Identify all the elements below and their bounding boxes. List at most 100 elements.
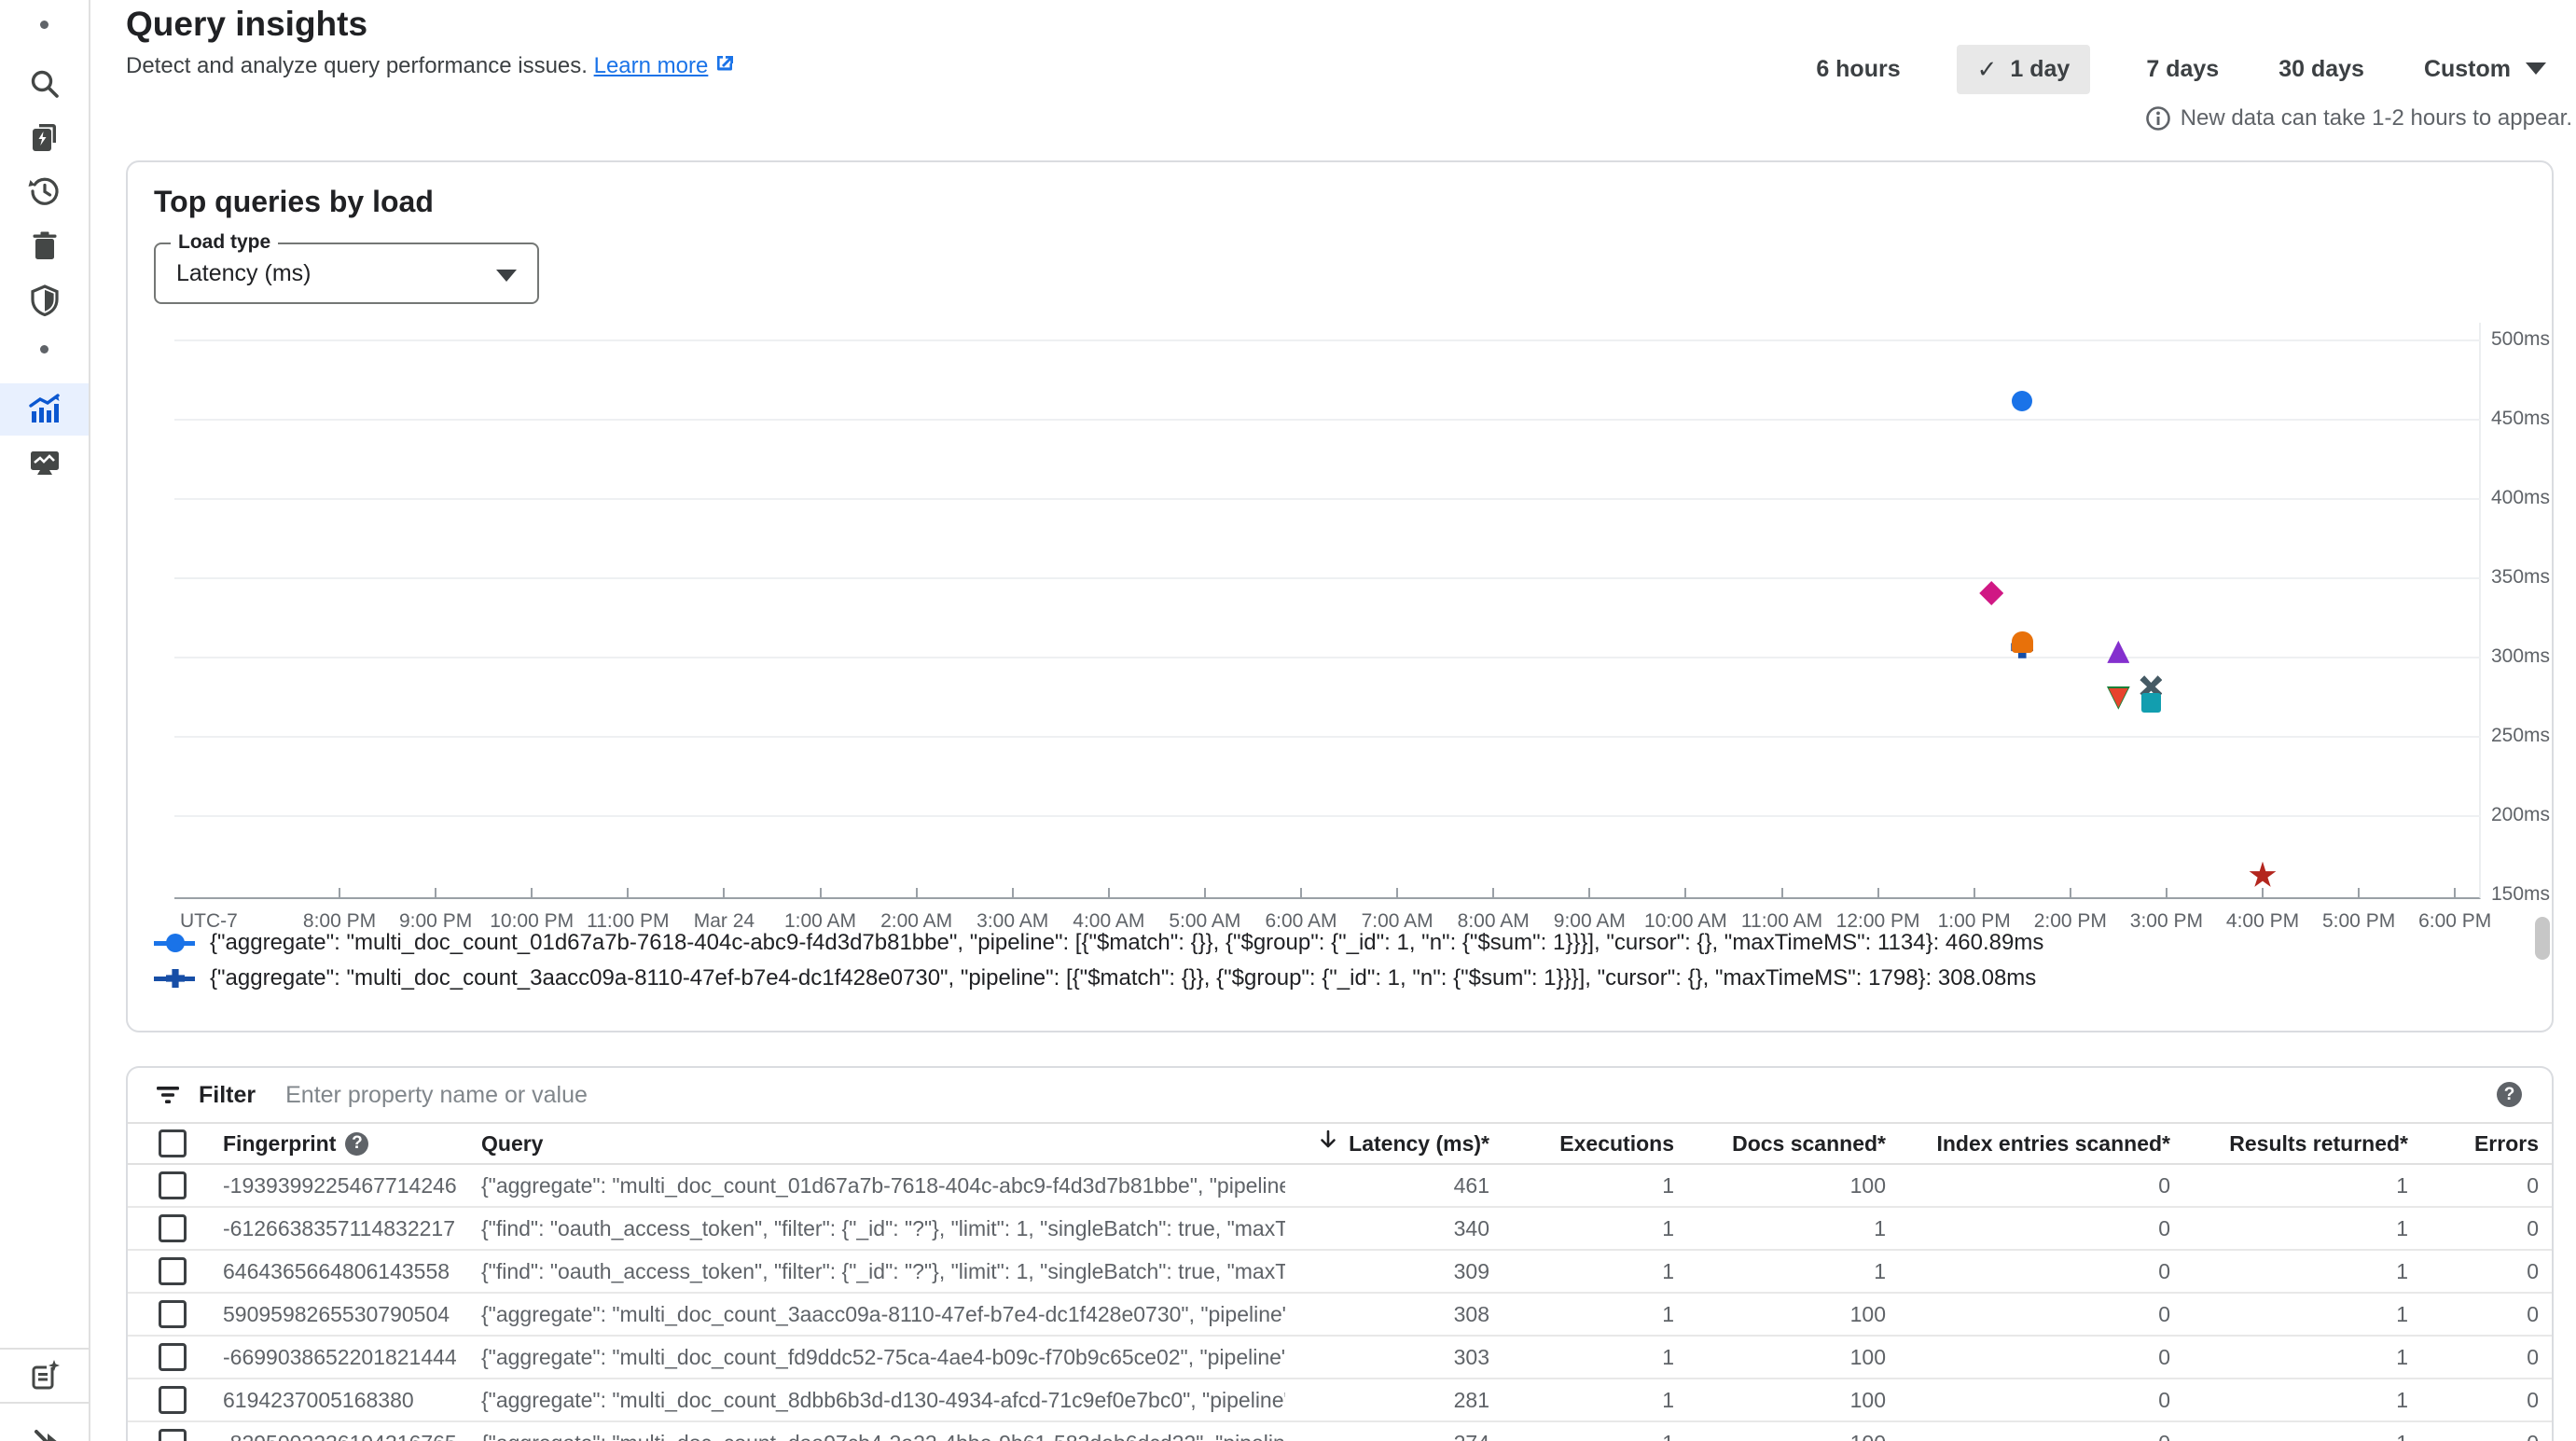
row-checkbox[interactable] bbox=[159, 1429, 187, 1441]
data-point-square-round[interactable] bbox=[2012, 631, 2033, 653]
data-point-circle[interactable] bbox=[2012, 391, 2032, 411]
time-range-30-days[interactable]: 30 days bbox=[2275, 46, 2368, 93]
cell-docs_scanned: 100 bbox=[1674, 1388, 1886, 1413]
header-label-wrap: Executions bbox=[1559, 1131, 1674, 1157]
x-tick-mark bbox=[2454, 888, 2456, 897]
data-point-triangle-up[interactable] bbox=[2107, 641, 2129, 663]
time-range-6-hours[interactable]: 6 hours bbox=[1812, 46, 1904, 93]
page-scrollbar-thumb[interactable] bbox=[2535, 917, 2550, 960]
nav-dot-top bbox=[0, 4, 89, 45]
cell-latency: 274 bbox=[1285, 1431, 1489, 1441]
info-icon bbox=[2145, 105, 2171, 132]
column-header-errors[interactable]: Errors bbox=[2408, 1131, 2539, 1157]
sidebar-item-release-notes[interactable] bbox=[0, 1351, 89, 1403]
gridline bbox=[174, 498, 2481, 500]
cell-fingerprint: 5909598265530790504 bbox=[201, 1302, 459, 1327]
cell-fingerprint: -6699038652201821444 bbox=[201, 1345, 459, 1370]
filter-input[interactable] bbox=[285, 1082, 2057, 1109]
sidebar-item-delete[interactable] bbox=[0, 220, 89, 272]
data-point-square[interactable] bbox=[2141, 693, 2161, 713]
sidebar-item-collapse[interactable] bbox=[0, 1405, 89, 1441]
column-header-query[interactable]: Query bbox=[459, 1131, 1285, 1157]
cell-query: {"aggregate": "multi_doc_count_3aacc09a-… bbox=[459, 1302, 1285, 1327]
sidebar-item-query-insights[interactable] bbox=[0, 383, 89, 436]
time-range-label: 30 days bbox=[2278, 56, 2364, 82]
x-tick-mark bbox=[916, 888, 918, 897]
sidebar-item-system-insights[interactable] bbox=[0, 436, 89, 489]
cell-results: 1 bbox=[2170, 1216, 2408, 1241]
time-range-label: 6 hours bbox=[1816, 56, 1900, 82]
row-checkbox[interactable] bbox=[159, 1257, 187, 1285]
table-row[interactable]: -8295002236194316765{"aggregate": "multi… bbox=[128, 1422, 2552, 1441]
header-label-wrap: Results returned* bbox=[2229, 1131, 2408, 1157]
query-insights-page: Query insights Detect and analyze query … bbox=[0, 0, 2576, 1441]
x-tick-mark bbox=[1781, 888, 1783, 897]
cell-docs_scanned: 1 bbox=[1674, 1216, 1886, 1241]
data-point-triangle-down[interactable] bbox=[2109, 688, 2128, 708]
cell-fingerprint: 6194237005168380 bbox=[201, 1388, 459, 1413]
table-row[interactable]: 6464365664806143558{"find": "oauth_acces… bbox=[128, 1251, 2552, 1294]
header-label-wrap: Fingerprint? bbox=[223, 1131, 368, 1157]
external-link-icon bbox=[713, 53, 736, 82]
column-header-latency[interactable]: Latency (ms)* bbox=[1285, 1129, 1489, 1157]
legend-marker-shape bbox=[166, 969, 185, 988]
column-header-docs_scanned[interactable]: Docs scanned* bbox=[1674, 1131, 1886, 1157]
filter-help-icon[interactable]: ? bbox=[2497, 1082, 2522, 1107]
time-range-selector: 6 hours ✓1 day 7 days 30 days Custom bbox=[1812, 45, 2550, 94]
insights-chart-icon bbox=[26, 391, 63, 428]
column-label: Fingerprint bbox=[223, 1131, 336, 1157]
table-row[interactable]: -6126638357114832217{"find": "oauth_acce… bbox=[128, 1208, 2552, 1251]
search-icon bbox=[28, 67, 62, 101]
cell-executions: 1 bbox=[1489, 1259, 1674, 1284]
column-header-executions[interactable]: Executions bbox=[1489, 1131, 1674, 1157]
cell-results: 1 bbox=[2170, 1388, 2408, 1413]
gridline bbox=[174, 736, 2481, 738]
table-row[interactable]: 5909598265530790504{"aggregate": "multi_… bbox=[128, 1294, 2552, 1337]
cell-results: 1 bbox=[2170, 1431, 2408, 1441]
sidebar-item-security[interactable] bbox=[0, 274, 89, 326]
column-header-results[interactable]: Results returned* bbox=[2170, 1131, 2408, 1157]
row-checkbox[interactable] bbox=[159, 1171, 187, 1199]
cell-query: {"find": "oauth_access_token", "filter":… bbox=[459, 1259, 1285, 1284]
fingerprint-help-icon[interactable]: ? bbox=[345, 1132, 368, 1156]
x-tick-mark bbox=[2262, 888, 2264, 897]
row-checkbox[interactable] bbox=[159, 1343, 187, 1371]
learn-more-link[interactable]: Learn more bbox=[594, 53, 709, 78]
x-tick-mark bbox=[820, 888, 822, 897]
select-all-checkbox[interactable] bbox=[159, 1129, 187, 1157]
sidebar-item-query-file[interactable] bbox=[0, 112, 89, 164]
time-range-7-days[interactable]: 7 days bbox=[2142, 46, 2223, 93]
header-label-wrap: Index entries scanned* bbox=[1936, 1131, 2170, 1157]
cell-latency: 309 bbox=[1285, 1259, 1489, 1284]
data-point-diamond[interactable] bbox=[1979, 581, 2003, 605]
left-nav-sidebar bbox=[0, 0, 90, 1441]
x-tick-mark bbox=[1684, 888, 1686, 897]
table-row[interactable]: 6194237005168380{"aggregate": "multi_doc… bbox=[128, 1379, 2552, 1422]
x-tick-mark bbox=[2358, 888, 2360, 897]
x-tick-mark bbox=[2070, 888, 2071, 897]
cell-latency: 281 bbox=[1285, 1388, 1489, 1413]
cell-executions: 1 bbox=[1489, 1431, 1674, 1441]
table-row[interactable]: -1939399225467714246{"aggregate": "multi… bbox=[128, 1165, 2552, 1208]
time-range-custom[interactable]: Custom bbox=[2420, 46, 2550, 93]
sidebar-item-history[interactable] bbox=[0, 165, 89, 217]
cell-query: {"find": "oauth_access_token", "filter":… bbox=[459, 1216, 1285, 1241]
info-note: New data can take 1-2 hours to appear. bbox=[2145, 105, 2572, 132]
time-range-1-day[interactable]: ✓1 day bbox=[1957, 45, 2091, 94]
x-tick-mark bbox=[531, 888, 533, 897]
sidebar-item-search[interactable] bbox=[0, 58, 89, 110]
data-point-star[interactable] bbox=[2249, 862, 2277, 890]
query-file-icon bbox=[27, 120, 62, 156]
x-tick-mark bbox=[1204, 888, 1206, 897]
column-header-index_entries[interactable]: Index entries scanned* bbox=[1886, 1131, 2170, 1157]
row-checkbox[interactable] bbox=[159, 1214, 187, 1242]
table-row[interactable]: -6699038652201821444{"aggregate": "multi… bbox=[128, 1337, 2552, 1379]
collapse-icon bbox=[27, 1406, 62, 1441]
load-type-select[interactable]: Load type Latency (ms) bbox=[154, 242, 539, 304]
row-checkbox[interactable] bbox=[159, 1386, 187, 1414]
column-header-fingerprint[interactable]: Fingerprint? bbox=[201, 1131, 459, 1157]
row-checkbox-cell bbox=[128, 1171, 201, 1199]
cell-fingerprint: -1939399225467714246 bbox=[201, 1173, 459, 1199]
row-checkbox[interactable] bbox=[159, 1300, 187, 1328]
cell-fingerprint: -8295002236194316765 bbox=[201, 1431, 459, 1441]
